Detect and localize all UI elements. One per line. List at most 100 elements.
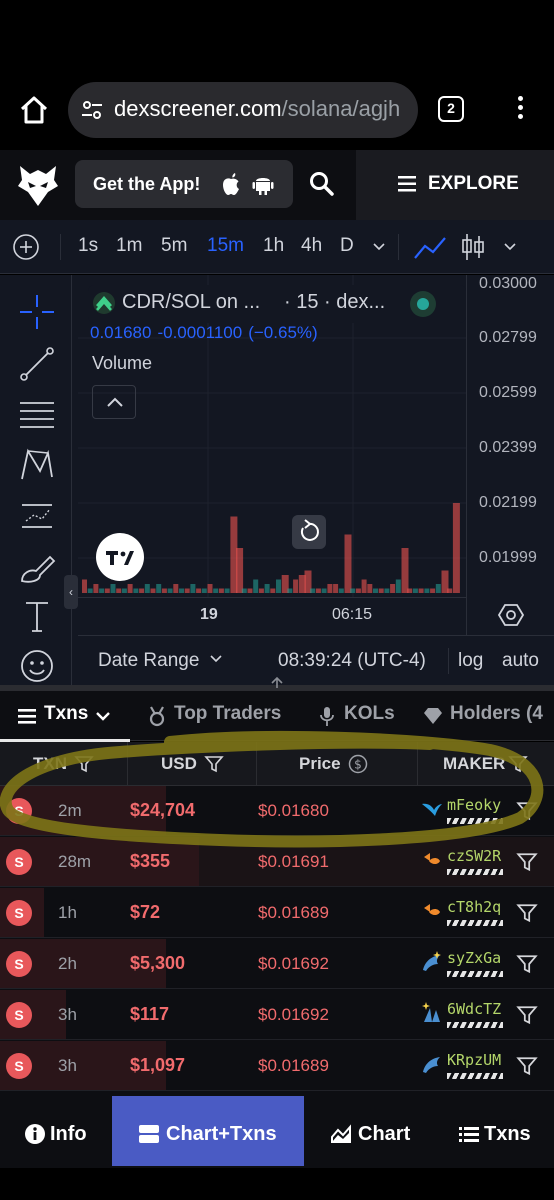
table-row[interactable]: S 2m $24,704 $0.01680 mFeoky <box>0 786 554 836</box>
table-row[interactable]: S 2h $5,300 $0.01692 syZxGa <box>0 939 554 989</box>
table-row[interactable]: S 1h $72 $0.01689 cT8h2q <box>0 888 554 938</box>
chart-clock[interactable]: 08:39:24 (UTC-4) <box>278 650 426 672</box>
timeframe-1s[interactable]: 1s <box>78 235 98 257</box>
filter-icon[interactable] <box>74 754 94 774</box>
text-tool-icon[interactable] <box>18 597 56 635</box>
market-status-icon <box>410 291 436 317</box>
collapse-toolbar-handle[interactable]: ‹ <box>64 575 78 609</box>
maker-address[interactable]: 6WdcTZ <box>447 1000 501 1018</box>
txn-age: 3h <box>58 1056 77 1075</box>
txn-age: 2m <box>58 801 82 820</box>
timeframe-15m[interactable]: 15m <box>207 235 244 257</box>
date-range-button[interactable]: Date Range <box>98 650 223 672</box>
price-tick: 0.03000 <box>479 275 537 292</box>
bird-icon <box>422 803 442 816</box>
chart-settings-icon[interactable] <box>498 602 524 628</box>
chart-legend[interactable]: CDR/SOL on ... · 15 · dex... <box>88 285 466 323</box>
brush-icon[interactable] <box>18 547 56 585</box>
timeframe-1h[interactable]: 1h <box>263 235 284 257</box>
add-symbol-icon[interactable] <box>12 233 40 261</box>
explore-button[interactable]: EXPLORE <box>356 150 554 220</box>
tab-switcher-button[interactable]: 2 <box>438 96 464 122</box>
volume-bar <box>412 588 418 593</box>
filter-icon[interactable] <box>516 1004 538 1026</box>
maker-address[interactable]: czSW2R <box>447 847 501 865</box>
reset-icon <box>300 519 319 541</box>
nav-chart[interactable]: Chart <box>304 1096 434 1166</box>
table-row[interactable]: S 28m $355 $0.01691 czSW2R <box>0 837 554 887</box>
maker-address[interactable]: KRpzUM <box>447 1051 501 1069</box>
column-maker[interactable]: MAKER <box>418 742 554 786</box>
tab-top-traders[interactable]: Top Traders <box>144 691 294 740</box>
column-txn[interactable]: TXN <box>0 742 128 786</box>
tab-kols[interactable]: KOLs <box>316 691 406 740</box>
volume-bar <box>333 584 339 593</box>
address-bar[interactable]: dexscreener.com/solana/agjh <box>68 82 418 138</box>
filter-icon[interactable] <box>516 902 538 924</box>
dexscreener-logo[interactable] <box>16 162 60 208</box>
crosshair-icon[interactable] <box>18 293 56 331</box>
volume-bar <box>224 588 230 593</box>
timeframe-1m[interactable]: 1m <box>116 235 142 257</box>
search-icon[interactable] <box>308 170 336 198</box>
timeframe-4h[interactable]: 4h <box>301 235 322 257</box>
nav-info-label: Info <box>50 1123 87 1145</box>
volume-bar <box>173 584 179 593</box>
timeframe-5m[interactable]: 5m <box>161 235 187 257</box>
table-row[interactable]: S 3h $1,097 $0.01689 KRpzUM <box>0 1041 554 1091</box>
more-menu-icon[interactable] <box>510 92 530 128</box>
line-chart-icon[interactable] <box>413 232 447 262</box>
maker-address[interactable]: mFeoky <box>447 796 501 814</box>
volume-bar <box>327 584 333 593</box>
get-the-app-button[interactable]: Get the App! <box>75 160 293 208</box>
time-axis[interactable]: 19 06:15 <box>78 597 466 635</box>
volume-bar <box>167 588 173 593</box>
nav-info[interactable]: Info <box>0 1096 112 1166</box>
tradingview-logo[interactable] <box>96 533 144 581</box>
dolphin-icon <box>423 1057 440 1073</box>
price-axis[interactable]: 0.03000 0.02799 0.02599 0.02399 0.02199 … <box>466 275 554 635</box>
collapse-legend-button[interactable] <box>92 385 136 419</box>
fib-retracement-icon[interactable] <box>18 395 56 433</box>
maker-address[interactable]: syZxGa <box>447 949 501 967</box>
log-scale-toggle[interactable]: log <box>458 650 483 672</box>
tab-txns[interactable]: Txns <box>0 691 130 740</box>
filter-icon[interactable] <box>516 800 538 822</box>
sell-badge: S <box>6 900 32 926</box>
trend-line-icon[interactable] <box>18 345 56 383</box>
filter-icon[interactable] <box>204 754 224 774</box>
column-price[interactable]: Price $ <box>257 742 418 786</box>
prediction-icon[interactable] <box>18 497 56 535</box>
timeframe-dropdown-icon[interactable] <box>372 240 386 254</box>
volume-bar <box>121 588 127 593</box>
currency-toggle-icon[interactable]: $ <box>348 754 368 774</box>
pattern-icon[interactable] <box>18 445 56 483</box>
candlestick-icon[interactable] <box>460 232 486 262</box>
nav-chart-txns[interactable]: Chart+Txns <box>112 1096 304 1166</box>
price-tick: 0.02399 <box>479 439 537 456</box>
filter-icon[interactable] <box>516 851 538 873</box>
timeframe-d[interactable]: D <box>340 235 354 257</box>
volume-bar <box>201 588 207 593</box>
explore-label: EXPLORE <box>428 173 519 194</box>
reset-chart-button[interactable] <box>292 515 326 549</box>
maker-address[interactable]: cT8h2q <box>447 898 501 916</box>
menu-icon <box>398 176 416 192</box>
auto-scale-toggle[interactable]: auto <box>502 650 539 672</box>
tab-holders[interactable]: Holders (4 <box>422 691 554 740</box>
price-change-pct: (−0.65%) <box>248 323 318 342</box>
filter-icon[interactable] <box>508 754 528 774</box>
emoji-icon[interactable] <box>18 647 56 685</box>
site-settings-icon[interactable] <box>80 98 104 122</box>
filter-icon[interactable] <box>516 953 538 975</box>
column-usd[interactable]: USD <box>128 742 257 786</box>
home-icon[interactable] <box>16 92 52 128</box>
filter-icon[interactable] <box>516 1055 538 1077</box>
nav-txns[interactable]: Txns <box>434 1096 554 1166</box>
chart-type-dropdown-icon[interactable] <box>503 240 517 254</box>
maker-activity-bar <box>447 971 503 977</box>
txn-price: $0.01692 <box>258 954 329 973</box>
txn-usd: $24,704 <box>130 800 196 820</box>
table-row[interactable]: S 3h $117 $0.01692 6WdcTZ <box>0 990 554 1040</box>
volume-indicator-label[interactable]: Volume <box>92 353 152 374</box>
